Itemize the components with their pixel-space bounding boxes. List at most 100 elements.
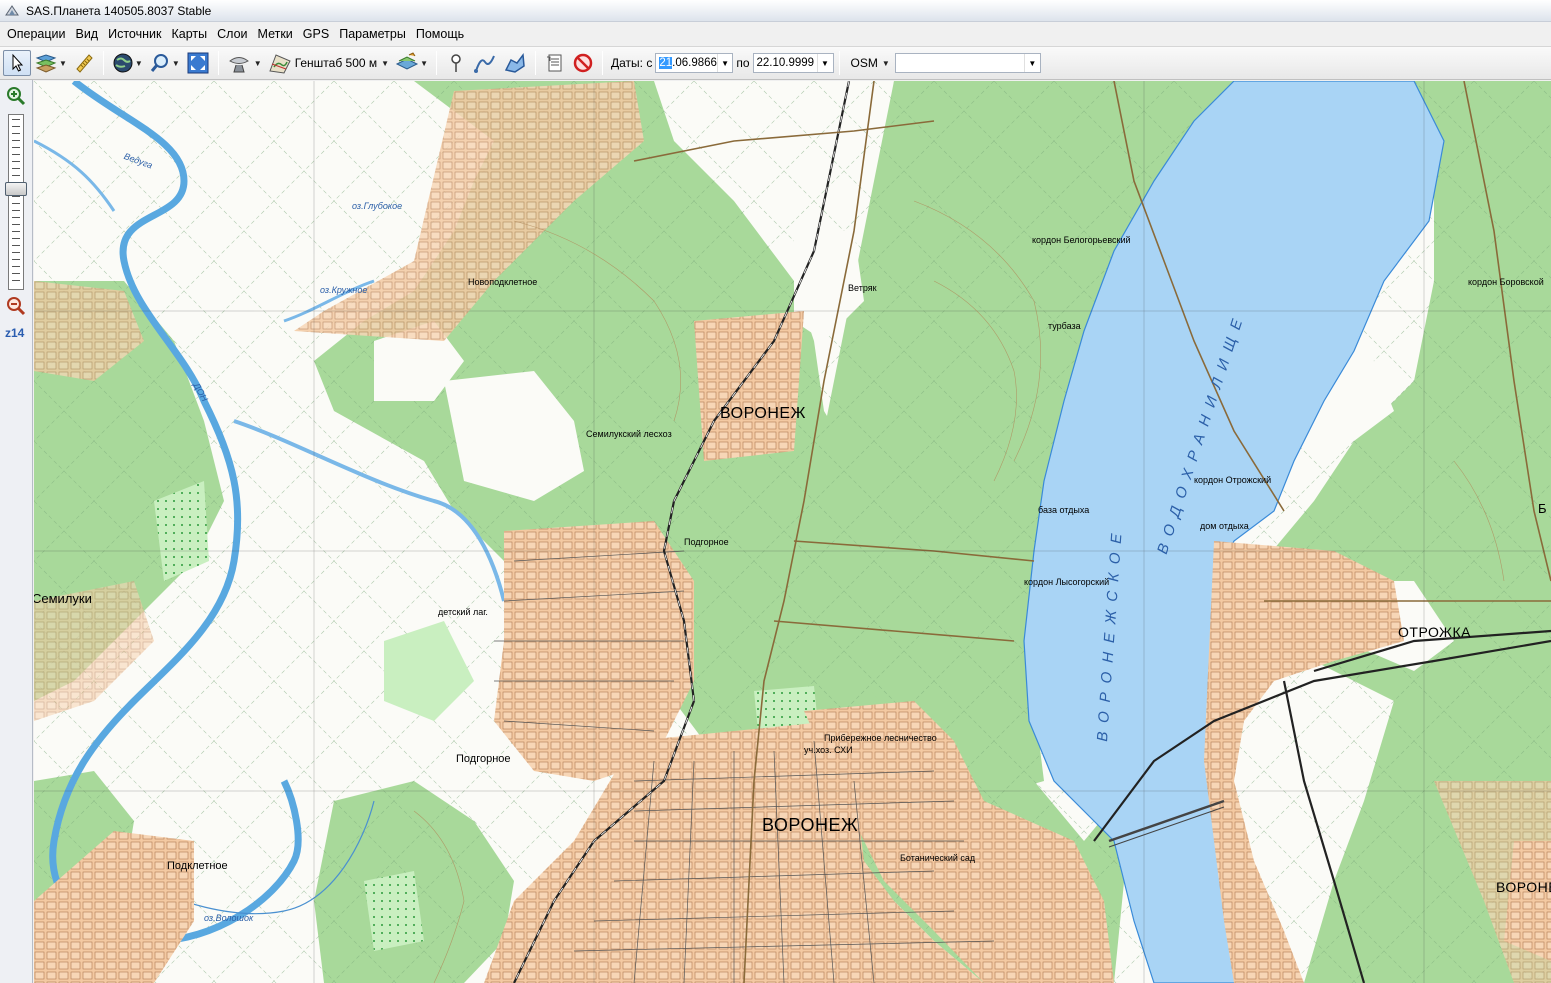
map-type-button[interactable]: ▼ <box>31 50 70 76</box>
ruler-icon <box>76 54 93 73</box>
map-viewport[interactable]: ВОРОНЕЖ ВОРОНЕЖ ВОРОНЕ ОТРОЖКА Семилуки … <box>34 81 1551 983</box>
zoom-slider-tick <box>12 210 20 211</box>
prohibited-icon <box>573 53 593 73</box>
zoom-slider-tick <box>12 196 20 197</box>
zoom-slider-tick <box>12 273 20 274</box>
topo-map-icon <box>269 54 291 74</box>
zoom-out-icon[interactable] <box>6 296 26 316</box>
label-baza-otdykha: база отдыха <box>1038 505 1090 515</box>
current-map-name: Генштаб 500 м <box>294 56 378 70</box>
village-label-podgornoe: Подгорное <box>456 753 511 765</box>
label-dom-otdykha: дом отдыха <box>1200 521 1249 531</box>
date-to-picker[interactable]: 22.10.9999 ▼ <box>752 53 834 73</box>
polygon-icon <box>504 52 525 73</box>
satellite-source-button[interactable]: ▼ <box>224 50 265 76</box>
zoom-slider-tick <box>12 238 20 239</box>
add-polygon-button[interactable] <box>500 50 530 76</box>
path-line-icon <box>474 55 495 73</box>
layers-button[interactable]: ▼ <box>392 50 431 76</box>
zoom-slider-tick <box>12 245 20 246</box>
label-kordon-otrozhsky: кордон Отрожский <box>1194 475 1272 485</box>
menu-source[interactable]: Источник <box>103 25 166 43</box>
satellite-dish-icon <box>228 57 249 73</box>
zoom-slider-tick <box>12 224 20 225</box>
lake-label-kruzhnoe: оз.Кружное <box>320 285 368 295</box>
chevron-down-icon[interactable]: ▼ <box>816 54 833 72</box>
village-label-novopodkletnoe: Новоподклетное <box>468 277 538 287</box>
search-zoom-button[interactable]: ▼ <box>146 50 183 76</box>
zoom-slider-tick <box>12 154 20 155</box>
menu-maps[interactable]: Карты <box>166 25 212 43</box>
map-layers-icon <box>35 54 57 73</box>
chevron-down-icon: ▼ <box>59 58 67 68</box>
marks-list-icon <box>547 54 562 72</box>
ruler-tool-button[interactable] <box>70 50 98 76</box>
label-uch-hoz-shi: уч.хоз. СХИ <box>804 745 853 755</box>
select-tool-button[interactable] <box>3 50 31 76</box>
menu-view[interactable]: Вид <box>70 25 103 43</box>
add-placemark-button[interactable] <box>442 50 470 76</box>
city-label-voronezh-east: ВОРОНЕ <box>1496 879 1551 895</box>
menu-operations[interactable]: Операции <box>2 25 70 43</box>
fullscreen-button[interactable] <box>183 50 213 76</box>
label-vetryak: Ветряк <box>848 283 877 293</box>
label-kordon-lysogorsky: кордон Лысогорский <box>1024 577 1110 587</box>
zoom-in-icon[interactable] <box>6 86 26 106</box>
date-from-rest: .06.9866 <box>672 57 717 69</box>
zoom-slider-tick <box>12 175 20 176</box>
fullscreen-icon <box>187 52 209 74</box>
search-source-button[interactable]: OSM ▼ <box>845 50 893 76</box>
chevron-down-icon[interactable]: ▼ <box>716 54 732 72</box>
menu-help[interactable]: Помощь <box>411 25 469 43</box>
menu-layers[interactable]: Слои <box>212 25 252 43</box>
chevron-down-icon: ▼ <box>134 58 143 68</box>
menu-bar: Операции Вид Источник Карты Слои Метки G… <box>0 22 1551 46</box>
chevron-down-icon: ▼ <box>881 58 890 68</box>
lake-label-voloshok: оз.Волошок <box>204 913 254 923</box>
label-kordon-belogorievsky: кордон Белогорьевский <box>1032 235 1131 245</box>
toolbar-separator <box>535 51 537 75</box>
menu-gps[interactable]: GPS <box>298 25 334 43</box>
globe-button[interactable]: ▼ <box>109 50 146 76</box>
menu-marks[interactable]: Метки <box>253 25 298 43</box>
zoom-level-label: z14 <box>5 326 25 340</box>
label-kordon-borovskoy: кордон Боровской <box>1468 277 1544 287</box>
title-bar: SAS.Планета 140505.8037 Stable <box>0 0 1551 22</box>
placemark-pin-icon <box>451 54 461 72</box>
zoom-slider-tick <box>12 119 20 120</box>
date-from-value: 21.06.9866 <box>656 57 717 69</box>
marks-manager-button[interactable] <box>541 50 569 76</box>
add-path-button[interactable] <box>470 50 500 76</box>
zoom-slider-handle[interactable] <box>5 182 27 196</box>
dates-label: Даты: с <box>611 56 653 70</box>
zoom-slider-tick <box>12 168 20 169</box>
toolbar-separator <box>838 51 840 75</box>
zoom-slider-tick <box>12 203 20 204</box>
zoom-slider[interactable] <box>8 114 24 290</box>
search-source-label: OSM <box>850 56 878 70</box>
chevron-down-icon: ▼ <box>171 58 180 68</box>
to-label: по <box>736 56 750 70</box>
zoom-slider-tick <box>12 147 20 148</box>
toolbar: ▼ ▼ ▼ ▼ Генштаб 500 м ▼ ▼ Даты: с 21.06.… <box>0 46 1551 80</box>
search-input[interactable]: ▼ <box>894 53 1041 73</box>
city-label-voronezh-north: ВОРОНЕЖ <box>720 405 806 422</box>
map-selector-button[interactable]: Генштаб 500 м ▼ <box>265 50 392 76</box>
menu-parameters[interactable]: Параметры <box>334 25 411 43</box>
chevron-down-icon[interactable]: ▼ <box>1023 54 1040 72</box>
zoom-slider-tick <box>12 126 20 127</box>
zoom-slider-tick <box>12 252 20 253</box>
label-botanichesky-sad: Ботанический сад <box>900 853 976 863</box>
hide-marks-button[interactable] <box>569 50 597 76</box>
zoom-slider-tick <box>12 140 20 141</box>
date-from-picker[interactable]: 21.06.9866 ▼ <box>655 53 734 73</box>
chevron-down-icon: ▼ <box>420 58 429 68</box>
city-label-voronezh: ВОРОНЕЖ <box>762 815 859 835</box>
date-from-selected-part: 21 <box>659 57 673 69</box>
lake-label-glubokoe: оз.Глубокое <box>352 201 403 211</box>
date-to-value: 22.10.9999 <box>756 57 815 69</box>
label-turbaza: турбаза <box>1048 321 1081 331</box>
topographic-map <box>34 81 1551 983</box>
app-icon <box>5 4 19 15</box>
label-detsky-lager: детский лаг. <box>438 607 488 617</box>
